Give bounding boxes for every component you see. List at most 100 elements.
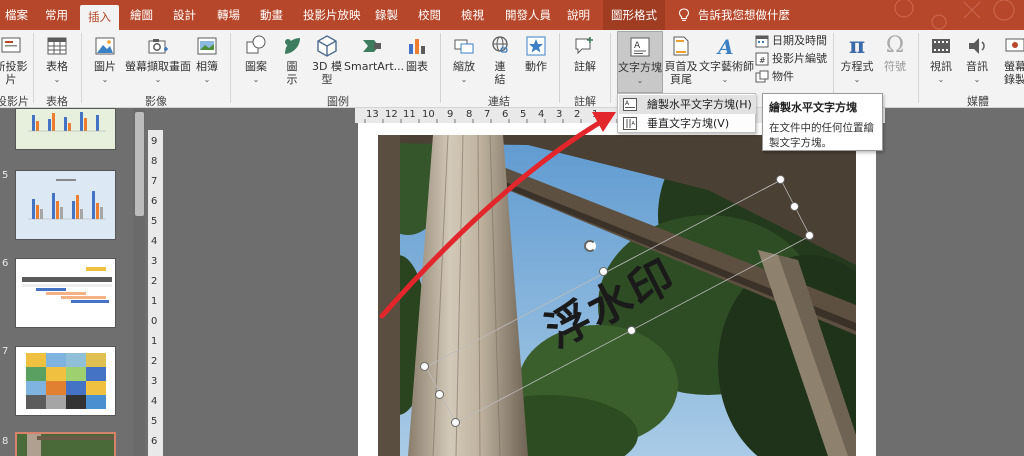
vertical-textbox-icon: A xyxy=(623,117,637,130)
draw-horizontal-textbox-item[interactable]: A 繪製水平文字方塊(H) xyxy=(619,95,756,114)
ruler-tick: 11 xyxy=(403,109,416,120)
selection-handle[interactable] xyxy=(435,390,444,399)
3d-models-label-top: 3D 模 xyxy=(312,60,342,73)
screenshot-button[interactable]: 螢幕擷取畫面 ⌄ xyxy=(124,34,192,86)
slide-thumbnail-gantt-chart xyxy=(22,267,112,303)
date-time-label: 日期及時間 xyxy=(772,34,827,47)
globe-link-icon xyxy=(492,36,508,53)
svg-text:A: A xyxy=(634,41,641,51)
rotate-handle[interactable] xyxy=(584,240,596,252)
star-action-icon xyxy=(526,36,546,56)
wordart-icon: A xyxy=(716,35,734,58)
slide-thumbnail[interactable] xyxy=(15,170,116,240)
selection-handle[interactable] xyxy=(599,267,608,276)
zoom-button[interactable]: 縮放 ⌄ xyxy=(448,34,480,86)
slide-thumbnail-selected[interactable] xyxy=(15,432,116,456)
chevron-down-icon: ⌄ xyxy=(721,75,729,84)
group-label-images: 影像 xyxy=(145,95,167,108)
ruler-tick: 9 xyxy=(151,136,158,147)
link-label-bottom: 結 xyxy=(494,73,506,86)
separator xyxy=(81,33,82,103)
video-button[interactable]: 視訊 ⌄ xyxy=(924,34,958,86)
horizontal-textbox-icon: A xyxy=(623,98,637,111)
vertical-textbox-item[interactable]: A 垂直文字方塊(V) xyxy=(619,114,756,133)
ruler-tick: 6 xyxy=(502,109,509,120)
separator xyxy=(610,33,611,103)
date-time-button[interactable]: 日期及時間 xyxy=(755,33,827,49)
slide-thumbnail[interactable] xyxy=(15,346,116,416)
tab-developer[interactable]: 開發人員 xyxy=(505,0,551,30)
pictures-button[interactable]: 圖片 ⌄ xyxy=(88,34,122,86)
wordart-button[interactable]: A 文字藝術師 ⌄ xyxy=(699,34,754,86)
tab-shape-format[interactable]: 圖形格式 xyxy=(603,0,665,30)
separator xyxy=(440,33,441,103)
ruler-tick: 4 xyxy=(151,396,158,407)
action-label: 動作 xyxy=(525,60,547,73)
slide-thumbnail-bar-chart xyxy=(28,179,106,220)
tab-home[interactable]: 常用 xyxy=(45,0,68,30)
ruler-tick: 6 xyxy=(151,196,158,207)
ruler-tick: 8 xyxy=(466,109,473,120)
tab-slideshow[interactable]: 投影片放映 xyxy=(303,0,361,30)
textbox-button[interactable]: A 文字方塊 ⌄ xyxy=(617,31,663,93)
link-button[interactable]: 連 結 xyxy=(486,34,514,86)
shapes-button[interactable]: 圖案 ⌄ xyxy=(240,34,272,86)
omega-symbol-icon: Ω xyxy=(885,33,905,58)
equation-button[interactable]: π 方程式 ⌄ xyxy=(838,34,876,86)
selection-handle[interactable] xyxy=(627,326,636,335)
svg-text:A: A xyxy=(632,121,636,127)
group-label-slides: 投影片 xyxy=(0,95,29,108)
slide-thumbnail[interactable] xyxy=(15,258,116,328)
slide-thumbnail-panel: 5 6 7 8 xyxy=(0,108,148,456)
tell-me-search[interactable]: 告訴我您想做什麼 xyxy=(698,0,790,30)
photo-album-label: 相簿 xyxy=(196,60,218,73)
new-slide-button[interactable]: 新投影 片 xyxy=(0,34,28,86)
screen-recording-button[interactable]: 螢幕 錄製 xyxy=(998,34,1024,86)
photo-album-button[interactable]: 相簿 ⌄ xyxy=(192,34,222,86)
slide-number: 8 xyxy=(2,436,9,447)
tab-review[interactable]: 校閱 xyxy=(418,0,441,30)
3d-models-button[interactable]: 3D 模 型 xyxy=(310,34,344,86)
icons-button[interactable]: 圖 示 xyxy=(278,34,306,86)
zoom-slides-icon xyxy=(454,39,474,54)
tab-insert[interactable]: 插入 xyxy=(80,5,119,30)
slide-panel-scrollbar-thumb[interactable] xyxy=(135,112,144,216)
leaf-figure-icon xyxy=(285,38,300,54)
symbol-button[interactable]: Ω 符號 xyxy=(878,33,912,74)
tab-file[interactable]: 檔案 xyxy=(5,0,28,30)
tab-help[interactable]: 說明 xyxy=(567,0,590,30)
audio-label: 音訊 xyxy=(966,60,988,73)
tab-record[interactable]: 錄製 xyxy=(375,0,398,30)
cube-icon xyxy=(317,35,337,57)
menu-tab-bar: 檔案 常用 插入 繪圖 設計 轉場 動畫 投影片放映 錄製 校閱 檢視 開發人員… xyxy=(0,0,1024,30)
ruler-tick: 8 xyxy=(151,156,158,167)
table-button[interactable]: 表格 ⌄ xyxy=(40,34,74,86)
tab-animations[interactable]: 動畫 xyxy=(260,0,283,30)
smartart-button[interactable]: SmartArt... xyxy=(344,34,404,73)
ruler-tick: 10 xyxy=(422,109,435,120)
tab-view[interactable]: 檢視 xyxy=(461,0,484,30)
action-button[interactable]: 動作 xyxy=(518,34,554,73)
selection-handle[interactable] xyxy=(420,362,429,371)
comment-button[interactable]: 註解 xyxy=(566,34,604,73)
ruler-tick: 5 xyxy=(151,216,158,227)
selection-handle[interactable] xyxy=(776,175,785,184)
selection-handle[interactable] xyxy=(790,202,799,211)
chevron-down-icon: ⌄ xyxy=(203,75,211,84)
tab-transitions[interactable]: 轉場 xyxy=(217,0,240,30)
chart-button[interactable]: 圖表 xyxy=(402,34,432,73)
shapes-label: 圖案 xyxy=(245,60,267,73)
object-button[interactable]: 物件 xyxy=(755,69,794,85)
selection-handle[interactable] xyxy=(451,418,460,427)
film-video-icon xyxy=(932,39,950,53)
ruler-tick: 13 xyxy=(366,109,379,120)
ruler-tick: 7 xyxy=(484,109,491,120)
audio-button[interactable]: 音訊 ⌄ xyxy=(960,34,994,86)
selection-handle[interactable] xyxy=(805,231,814,240)
slide-thumbnail[interactable] xyxy=(15,108,116,150)
tab-draw[interactable]: 繪圖 xyxy=(130,0,153,30)
tab-design[interactable]: 設計 xyxy=(173,0,196,30)
slide-number-button[interactable]: # 投影片編號 xyxy=(755,51,827,67)
header-footer-button[interactable]: 頁首及 頁尾 xyxy=(664,34,698,86)
chevron-down-icon: ⌄ xyxy=(460,75,468,84)
